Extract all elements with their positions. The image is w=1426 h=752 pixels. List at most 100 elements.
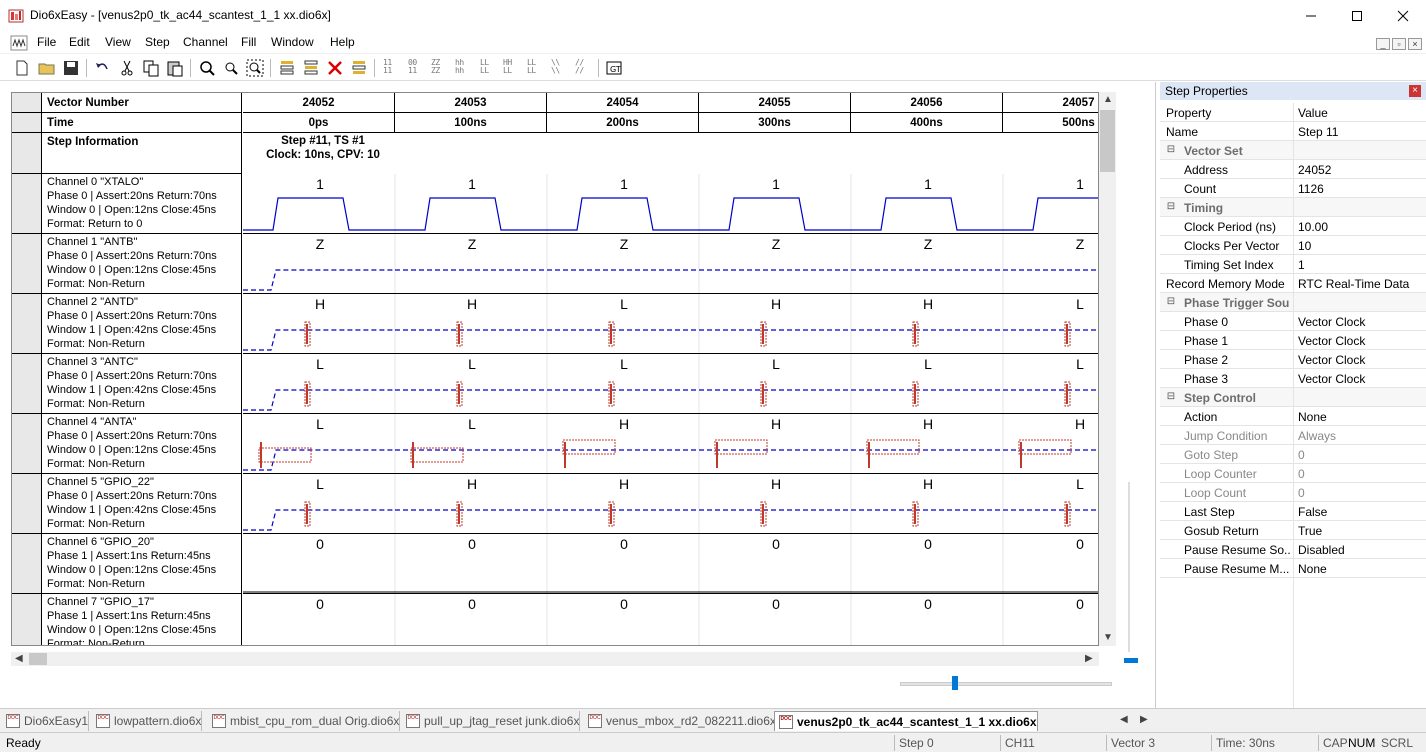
step-properties-button[interactable] [349, 58, 369, 78]
horizontal-zoom-slider[interactable] [952, 676, 958, 690]
vector-value[interactable]: 1 [316, 176, 324, 192]
goto-button[interactable]: GT [604, 58, 624, 78]
vector-value[interactable]: 1 [772, 176, 780, 192]
property-value[interactable]: Vector Clock [1298, 315, 1365, 329]
menu-file[interactable]: File [37, 35, 56, 49]
menu-help[interactable]: Help [330, 35, 355, 49]
vector-value[interactable]: Z [1076, 236, 1085, 252]
fill-ll-button[interactable]: LL LL [527, 59, 536, 75]
vector-value[interactable]: 0 [772, 536, 780, 552]
property-value[interactable]: Vector Clock [1298, 334, 1365, 348]
property-value[interactable]: Disabled [1298, 543, 1345, 557]
vector-value[interactable]: H [315, 296, 325, 312]
vector-value[interactable]: H [771, 416, 781, 432]
document-tab[interactable]: DOC pull_up_jtag_reset junk.dio6x [402, 711, 581, 731]
vector-value[interactable]: 0 [468, 596, 476, 612]
channel-row-header[interactable] [12, 294, 42, 354]
undo-button[interactable] [92, 58, 112, 78]
property-value[interactable]: 0 [1298, 467, 1305, 481]
vertical-scrollbar[interactable]: ▲ ▼ [1099, 92, 1116, 646]
panel-close-icon[interactable]: × [1409, 85, 1421, 97]
vector-value[interactable]: H [923, 416, 933, 432]
waveform-canvas[interactable]: 1 1 1 1 1 1 Z Z Z Z Z Z H H L H H L L L L L L L L L H H H H L H H H H L 0 0 0 0… [243, 174, 1099, 646]
vector-value[interactable]: L [924, 356, 932, 372]
vector-value[interactable]: L [468, 356, 476, 372]
collapse-icon[interactable]: ⊟ [1166, 297, 1176, 307]
channel-label[interactable]: Channel 7 "GPIO_17" Phase 1 | Assert:1ns … [42, 594, 242, 645]
vector-value[interactable]: Z [924, 236, 933, 252]
property-value[interactable]: None [1298, 562, 1327, 576]
fill-l-button[interactable]: LL LL [480, 59, 489, 75]
minimize-button[interactable] [1288, 0, 1334, 32]
vector-value[interactable]: L [316, 416, 324, 432]
scroll-right-arrow[interactable]: ▶ [1085, 653, 1093, 664]
menu-window[interactable]: Window [271, 35, 314, 49]
channel-label[interactable]: Channel 1 "ANTB" Phase 0 | Assert:20ns Re… [42, 234, 242, 294]
property-value[interactable]: 10 [1298, 239, 1311, 253]
menu-view[interactable]: View [105, 35, 131, 49]
vector-number-cell[interactable]: 24057 [1003, 93, 1098, 113]
property-value[interactable]: 0 [1298, 448, 1305, 462]
insert-step-button[interactable] [277, 58, 297, 78]
cut-button[interactable] [117, 58, 137, 78]
time-cell[interactable]: 500ns [1003, 113, 1098, 133]
vector-value[interactable]: H [771, 476, 781, 492]
vector-value[interactable]: L [620, 296, 628, 312]
delete-step-button[interactable] [325, 58, 345, 78]
maximize-button[interactable] [1334, 0, 1380, 32]
fill-ones-button[interactable]: 11 11 [383, 59, 392, 75]
channel-row-header[interactable] [12, 414, 42, 474]
channel-label[interactable]: Channel 2 "ANTD" Phase 0 | Assert:20ns Re… [42, 294, 242, 354]
vector-value[interactable]: L [1076, 296, 1084, 312]
vector-value[interactable]: 0 [316, 536, 324, 552]
channel-row-header[interactable] [12, 234, 42, 294]
scroll-down-arrow[interactable]: ▼ [1103, 632, 1113, 643]
vector-number-cell[interactable]: 24052 [243, 93, 395, 113]
mdi-close-button[interactable]: × [1408, 38, 1422, 50]
vector-number-cell[interactable]: 24055 [699, 93, 851, 113]
document-tab[interactable]: DOC venus_mbox_rd2_082211.dio6x [584, 711, 777, 731]
vector-value[interactable]: H [467, 296, 477, 312]
close-button[interactable] [1380, 0, 1426, 32]
horizontal-scrollbar[interactable]: ◀ ▶ [11, 652, 1099, 666]
document-tab[interactable]: DOC Dio6xEasy1 [2, 711, 90, 731]
fill-hl-button[interactable]: HH LL [503, 59, 512, 75]
vector-value[interactable]: H [923, 296, 933, 312]
vector-value[interactable]: L [1076, 356, 1084, 372]
document-tab[interactable]: DOC mbist_cpu_rom_dual Orig.dio6x [208, 711, 401, 731]
property-value[interactable]: True [1298, 524, 1322, 538]
fill-h-button[interactable]: hh hh [455, 59, 464, 75]
property-value[interactable]: 1126 [1298, 182, 1324, 196]
vector-value[interactable]: H [771, 296, 781, 312]
channel-row-header[interactable] [12, 534, 42, 594]
copy-button[interactable] [141, 58, 161, 78]
scroll-left-arrow[interactable]: ◀ [15, 653, 23, 664]
channel-label[interactable]: Channel 3 "ANTC" Phase 0 | Assert:20ns Re… [42, 354, 242, 414]
vector-value[interactable]: Z [620, 236, 629, 252]
vector-value[interactable]: Z [468, 236, 477, 252]
vector-value[interactable]: H [619, 476, 629, 492]
channel-label[interactable]: Channel 5 "GPIO_22" Phase 0 | Assert:20ns… [42, 474, 242, 534]
vector-value[interactable]: 0 [468, 536, 476, 552]
vector-value[interactable]: 1 [620, 176, 628, 192]
mdi-restore-button[interactable]: ▫ [1392, 38, 1406, 50]
vector-value[interactable]: L [316, 476, 324, 492]
append-step-button[interactable] [301, 58, 321, 78]
vertical-zoom-slider[interactable] [1124, 658, 1138, 663]
vector-number-cell[interactable]: 24054 [547, 93, 699, 113]
new-button[interactable] [12, 58, 32, 78]
horizontal-scroll-thumb[interactable] [29, 653, 47, 665]
vector-value[interactable]: 0 [1076, 536, 1084, 552]
vector-grid[interactable]: Vector Number Time Step Information 2405… [11, 92, 1099, 646]
paste-button[interactable] [165, 58, 185, 78]
vector-value[interactable]: L [468, 416, 476, 432]
vector-number-cell[interactable]: 24053 [395, 93, 547, 113]
menu-edit[interactable]: Edit [69, 35, 90, 49]
vector-value[interactable]: L [316, 356, 324, 372]
vector-value[interactable]: L [772, 356, 780, 372]
mdi-minimize-button[interactable]: _ [1376, 38, 1390, 50]
vector-value[interactable]: 0 [772, 596, 780, 612]
vector-value[interactable]: 1 [924, 176, 932, 192]
menu-fill[interactable]: Fill [241, 35, 256, 49]
channel-label[interactable]: Channel 6 "GPIO_20" Phase 1 | Assert:1ns … [42, 534, 242, 594]
